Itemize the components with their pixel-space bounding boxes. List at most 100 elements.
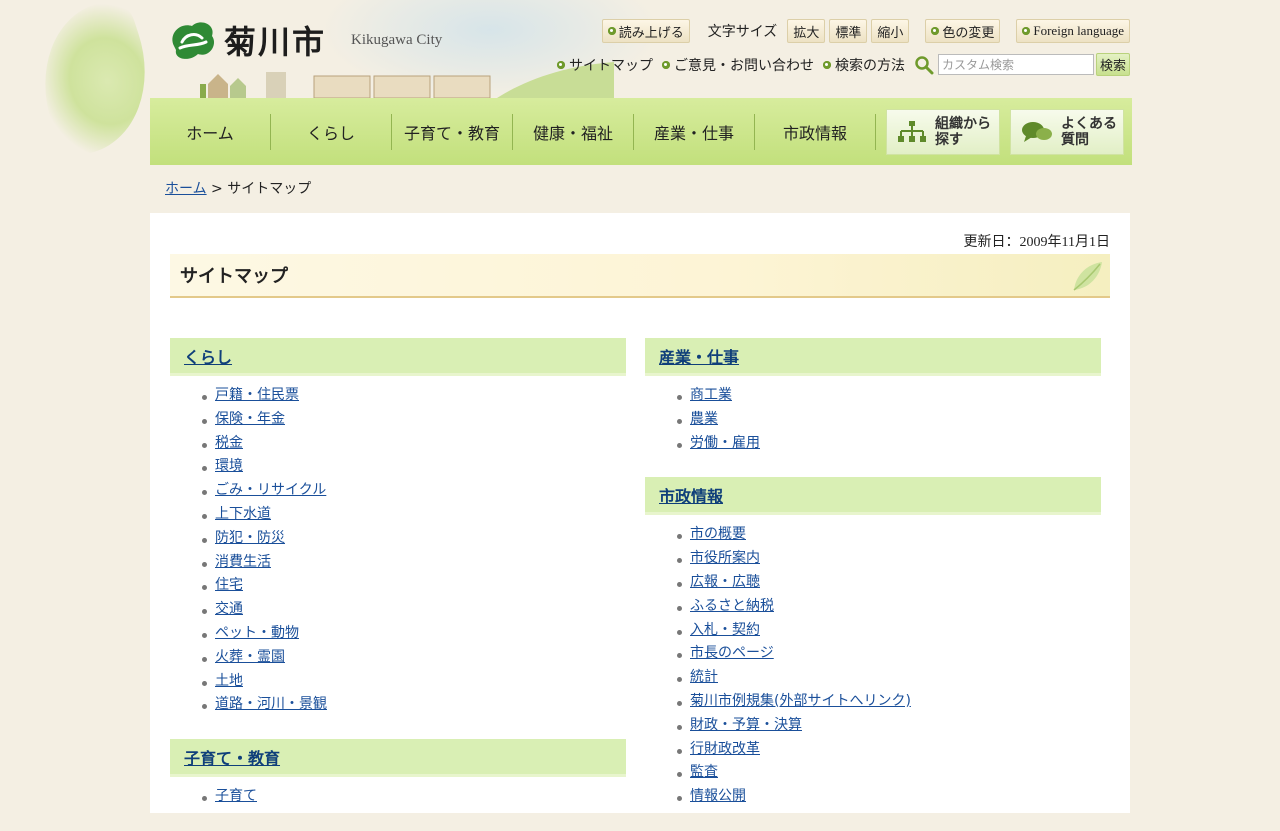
list-item: 情報公開	[677, 785, 1101, 809]
list-kurashi: 戸籍・住民票 保険・年金税金環境ごみ・リサイクル 上下水道防犯・防災消費生活住宅交通…	[170, 384, 626, 717]
search-help-link[interactable]: 検索の方法	[822, 55, 905, 75]
list-item: 行財政改革	[677, 738, 1101, 762]
list-sangyo: 商工業農業労働・雇用	[645, 384, 1101, 455]
list-item: ふるさと納税	[677, 595, 1101, 619]
section-link-sangyo[interactable]: 産業・仕事	[659, 344, 739, 368]
list-item: 市役所案内	[677, 547, 1101, 571]
font-larger-button[interactable]: 拡大	[787, 19, 826, 43]
section-heading-kosodate: 子育て・教育	[170, 739, 626, 778]
list-item: 統計	[677, 666, 1101, 690]
sitemap-link[interactable]: 行財政改革	[690, 741, 760, 757]
sitemap-link[interactable]: 統計	[690, 669, 718, 685]
section-link-kosodate[interactable]: 子育て・教育	[184, 745, 280, 769]
site-logo[interactable]: 菊川市	[166, 16, 326, 64]
read-aloud-label: 読み上げる	[618, 25, 684, 41]
nav-shisei-joho[interactable]: 市政情報	[755, 113, 876, 150]
search-input[interactable]	[937, 54, 1094, 75]
site-name-english: Kikugawa City	[351, 32, 443, 48]
list-item: 上下水道	[202, 503, 626, 527]
sitemap-link[interactable]: 消費生活	[215, 554, 271, 570]
list-item: 財政・予算・決算	[677, 714, 1101, 738]
sitemap-link[interactable]: 上下水道	[215, 506, 271, 522]
sitemap-link[interactable]: 広報・広聴	[690, 574, 760, 590]
nav-kurashi[interactable]: くらし	[271, 113, 392, 150]
sitemap-link[interactable]: ごみ・リサイクル	[215, 482, 326, 498]
sitemap-link[interactable]: 労働・雇用	[690, 435, 760, 451]
list-item: 消費生活	[202, 551, 626, 575]
nav-sangyo-shigoto[interactable]: 産業・仕事	[634, 113, 755, 150]
sitemap-link[interactable]: 菊川市例規集(外部サイトへリンク)	[690, 693, 911, 709]
magnifier-icon	[915, 55, 934, 74]
search-button[interactable]: 検索	[1095, 53, 1130, 76]
page-title: サイトマップ	[170, 254, 1110, 298]
section-link-shisei[interactable]: 市政情報	[659, 483, 723, 507]
sitemap-link[interactable]: ペット・動物	[215, 625, 299, 641]
speech-bubbles-icon	[1022, 121, 1052, 142]
section-link-kurashi[interactable]: くらし	[184, 344, 232, 368]
faq-button[interactable]: よくある 質問	[1010, 108, 1124, 155]
sitemap-link[interactable]: 防犯・防災	[215, 530, 285, 546]
sitemap-link[interactable]: 監査	[690, 764, 718, 780]
breadcrumb-home-link[interactable]: ホーム	[165, 181, 207, 197]
color-change-button[interactable]: 色の変更	[925, 19, 1001, 43]
list-item: 農業	[677, 408, 1101, 432]
section-heading-shisei: 市政情報	[645, 477, 1101, 516]
list-item: 住宅	[202, 574, 626, 598]
list-item: 交通	[202, 598, 626, 622]
sitemap-link[interactable]: ふるさと納税	[690, 598, 774, 614]
list-shisei: 市の概要市役所案内広報・広聴ふるさと納税 入札・契約市長のページ 統計菊川市例規集(…	[645, 523, 1101, 809]
site-header: 菊川市 Kikugawa City 読み上げる 文字サイズ 拡大 標準 縮小 色…	[150, 0, 1130, 100]
list-item: 環境	[202, 455, 626, 479]
sitemap-link-label: サイトマップ	[568, 57, 653, 74]
list-item: 市の概要	[677, 523, 1101, 547]
breadcrumb-separator: >	[211, 181, 223, 197]
sitemap-link[interactable]: 土地	[215, 673, 243, 689]
sitemap-link[interactable]: 戸籍・住民票	[215, 387, 299, 403]
font-smaller-button[interactable]: 縮小	[871, 19, 910, 43]
nav-kosodate-kyoiku[interactable]: 子育て・教育	[392, 113, 513, 150]
nav-home[interactable]: ホーム	[150, 113, 271, 150]
sitemap-link[interactable]: 農業	[690, 411, 718, 427]
sitemap-link[interactable]: 情報公開	[690, 788, 746, 804]
org-search-label: 組織から 探す	[935, 115, 991, 148]
town-scenery-illustration	[200, 62, 614, 100]
sitemap-link[interactable]: 入札・契約	[690, 622, 760, 638]
font-standard-button[interactable]: 標準	[829, 19, 868, 43]
search-help-label: 検索の方法	[834, 57, 905, 74]
section-heading-kurashi: くらし	[170, 338, 626, 376]
sitemap-link[interactable]: 住宅	[215, 577, 243, 593]
sitemap-link[interactable]: 商工業	[690, 387, 732, 403]
section-heading-sangyo: 産業・仕事	[645, 338, 1101, 376]
list-item: 菊川市例規集(外部サイトへリンク)	[677, 690, 1101, 714]
site-name: 菊川市	[224, 23, 327, 61]
org-search-button[interactable]: 組織から 探す	[886, 108, 1000, 155]
sitemap-link[interactable]: 火葬・霊園	[215, 649, 285, 665]
list-item: 商工業	[677, 384, 1101, 408]
bullet-icon	[822, 60, 831, 69]
sitemap-link[interactable]: 環境	[215, 458, 243, 474]
list-kosodate: 子育て	[170, 785, 626, 809]
sitemap-link[interactable]: 市の概要	[690, 526, 746, 542]
sitemap-link[interactable]: 市長のページ	[690, 645, 774, 661]
sitemap-link[interactable]: サイトマップ	[556, 55, 653, 75]
sitemap-link[interactable]: 市役所案内	[690, 550, 760, 566]
sitemap-link[interactable]: 交通	[215, 601, 243, 617]
sitemap-link[interactable]: 道路・河川・景観	[215, 696, 327, 712]
foreign-language-button[interactable]: Foreign language	[1016, 19, 1130, 43]
sitemap-link[interactable]: 財政・予算・決算	[690, 717, 802, 733]
sitemap-right-column: 産業・仕事 商工業農業労働・雇用 市政情報 市の概要市役所案内広報・広聴ふるさと…	[645, 338, 1101, 831]
nav-kenko-fukushi[interactable]: 健康・福祉	[513, 113, 634, 150]
font-size-label: 文字サイズ	[707, 24, 778, 40]
global-navigation: ホーム くらし 子育て・教育 健康・福祉 産業・仕事 市政情報 組織から 探す …	[150, 98, 1132, 165]
bullet-icon	[556, 60, 565, 69]
city-emblem-icon	[172, 22, 215, 59]
contact-link-label: ご意見・お問い合わせ	[673, 57, 814, 74]
sitemap-link[interactable]: 保険・年金	[215, 411, 285, 427]
read-aloud-button[interactable]: 読み上げる	[601, 19, 690, 43]
sitemap-link[interactable]: 税金	[215, 435, 243, 451]
bullet-icon	[1022, 27, 1031, 35]
contact-link[interactable]: ご意見・お問い合わせ	[661, 55, 814, 75]
list-item: 子育て	[202, 785, 626, 809]
sitemap-link[interactable]: 子育て	[215, 788, 257, 804]
color-change-label: 色の変更	[942, 25, 995, 41]
